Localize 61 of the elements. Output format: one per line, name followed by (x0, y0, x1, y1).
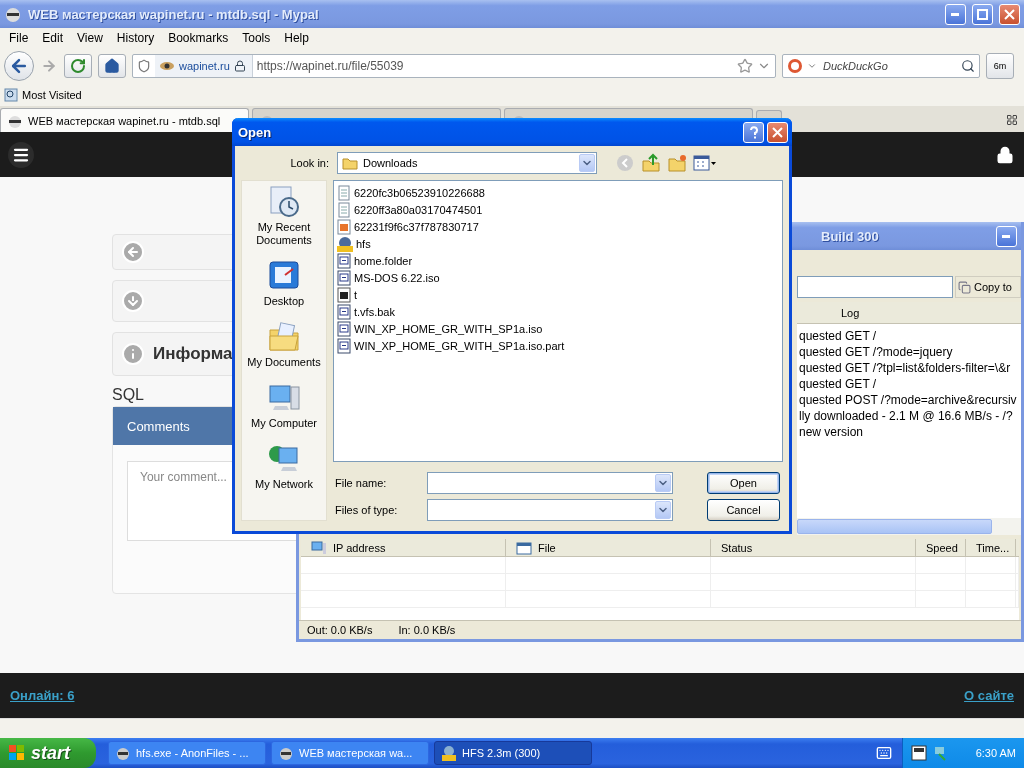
panel-title: Comments (127, 418, 190, 434)
about-link[interactable]: О сайте (964, 688, 1014, 703)
file-name[interactable]: 6220fc3b06523910226688 (354, 186, 485, 199)
file-name[interactable]: WIN_XP_HOME_GR_WITH_SP1a.iso.part (354, 339, 565, 352)
place-shortcut[interactable]: My Computer (242, 381, 326, 430)
status-text: Out: 0.0 KB/s (307, 624, 373, 636)
log-line: quested POST /?mode=archive&recursiv (799, 392, 1017, 408)
taskbar-button[interactable]: hfs.exe - AnonFiles - ... (108, 741, 266, 765)
file-name[interactable]: 6220ff3a80a03170474501 (354, 203, 483, 216)
extension-button[interactable]: 6m (986, 53, 1014, 79)
taskbar-button[interactable]: WEB мастерская wa... (271, 741, 429, 765)
online-link[interactable]: Онлайн: 6 (10, 688, 75, 703)
cancel-button[interactable]: Cancel (707, 498, 780, 521)
file-name[interactable]: t (354, 288, 358, 301)
section-heading: SQL (112, 386, 144, 404)
address-bar[interactable]: wapinet.ru https://wapinet.ru/file/55039 (132, 54, 776, 78)
log-line: lly downloaded - 2.1 M @ 16.6 MB/s - /? (799, 408, 1013, 424)
column-header[interactable]: Time... (966, 539, 1016, 556)
file-name[interactable]: hfs (356, 237, 371, 250)
log-line: quested GET / (799, 376, 877, 392)
column-header[interactable]: Speed (916, 539, 966, 556)
menu-item[interactable]: History (109, 31, 162, 45)
place-shortcut[interactable]: My Documents (242, 320, 326, 369)
start-button[interactable]: start (0, 738, 96, 768)
file-name[interactable]: MS-DOS 6.22.iso (354, 271, 440, 284)
log-line: quested GET / (799, 328, 877, 344)
column-header[interactable]: File (506, 539, 711, 556)
menu-item[interactable]: Tools (235, 31, 278, 45)
card-title: Информа (153, 344, 233, 364)
status-text: In: 0.0 KB/s (398, 624, 456, 636)
taskbar-button[interactable]: HFS 2.3m (300) (434, 741, 592, 765)
clock: 6:30 AM (975, 747, 1016, 759)
bookmark-link[interactable]: Most Visited (4, 88, 82, 102)
place-shortcut[interactable]: My Recent Documents (242, 185, 326, 247)
file-name[interactable]: t.vfs.bak (354, 305, 395, 318)
search-bar[interactable]: DuckDuckGo (782, 54, 980, 78)
look-in-dropdown[interactable]: Downloads (337, 152, 597, 174)
column-header[interactable]: Status (711, 539, 916, 556)
log-line: quested GET /?mode=jquery (799, 344, 953, 360)
menu-item[interactable]: Bookmarks (161, 31, 236, 45)
place-shortcut[interactable]: My Network (242, 442, 326, 491)
menu-item[interactable]: Help (277, 31, 316, 45)
file-name[interactable]: home.folder (354, 254, 413, 267)
menu-item[interactable]: File (2, 31, 36, 45)
log-line: quested GET /?tpl=list&folders-filter=\&r (799, 360, 1011, 376)
field-label: Look in: (289, 157, 329, 169)
field-label: Files of type: (334, 503, 399, 516)
column-header[interactable]: IP address (301, 539, 506, 556)
window-title: WEB мастерская wapinet.ru - mtdb.sql - Mypal (28, 6, 320, 22)
copy-button[interactable]: Copy to (955, 276, 1021, 298)
file-name[interactable]: WIN_XP_HOME_GR_WITH_SP1a.iso (354, 322, 543, 335)
field-label: File name: (334, 476, 388, 489)
site-identity[interactable]: wapinet.ru (155, 55, 253, 77)
open-button[interactable]: Open (707, 471, 780, 494)
menu-item[interactable]: Edit (35, 31, 71, 45)
log-line: new version (799, 424, 864, 440)
window-title: Build 300 (821, 228, 880, 244)
menu-item[interactable]: View (70, 31, 110, 45)
url-text: https://wapinet.ru/file/55039 (256, 59, 405, 73)
file-name[interactable]: 62231f9f6c37f787830717 (354, 220, 479, 233)
place-shortcut[interactable]: Desktop (242, 259, 326, 308)
